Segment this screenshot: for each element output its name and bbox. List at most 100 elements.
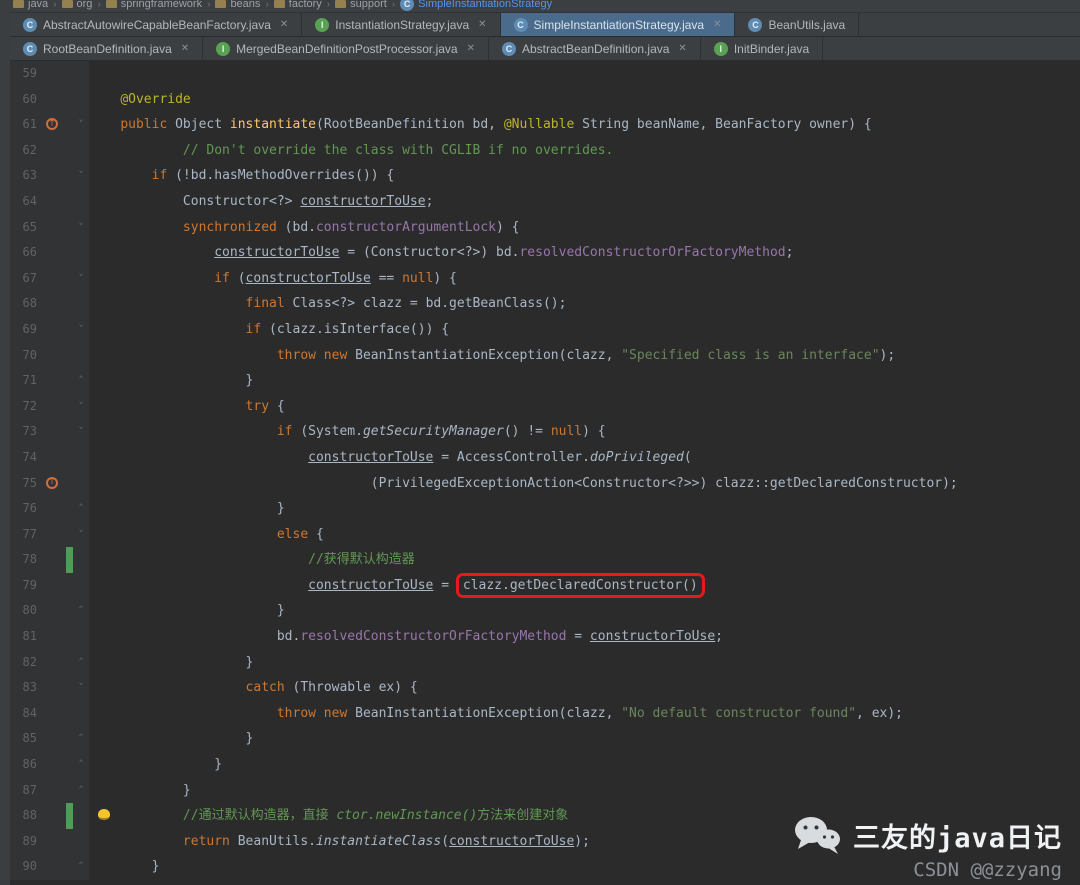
tab-close-icon[interactable]: ✕ [713, 19, 721, 30]
fold-close-icon[interactable]: ˄ [78, 860, 84, 873]
code-line[interactable]: 65 ˅ synchronized (bd.constructorArgument… [10, 214, 1080, 241]
fold-close-icon[interactable]: ˄ [78, 732, 84, 745]
code-line[interactable]: 68 final Class<?> clazz = bd.getBeanClas… [10, 291, 1080, 317]
code-line[interactable]: 69 ˅ if (clazz.isInterface()) { [10, 316, 1080, 343]
line-number[interactable]: 67 [10, 265, 40, 292]
override-method-icon[interactable]: ↑ [46, 118, 58, 131]
code-line[interactable]: 66 constructorToUse = (Constructor<?>) b… [10, 240, 1080, 266]
line-number[interactable]: 60 [10, 86, 40, 113]
fold-close-icon[interactable]: ˄ [78, 758, 84, 771]
breadcrumb-item-current[interactable]: C SimpleInstantiationStrategy [400, 0, 552, 11]
fold-open-icon[interactable]: ˅ [78, 169, 84, 182]
editor-tab[interactable]: I InstantiationStrategy.java ✕ [302, 13, 501, 36]
vcs-change-bar[interactable] [66, 547, 73, 573]
breadcrumb-item[interactable]: support [335, 0, 387, 10]
code-line[interactable]: 78 //获得默认构造器 [10, 547, 1080, 573]
line-number[interactable]: 69 [10, 316, 40, 343]
fold-close-icon[interactable]: ˄ [78, 656, 84, 669]
fold-open-icon[interactable]: ˅ [78, 400, 84, 413]
fold-close-icon[interactable]: ˄ [78, 784, 84, 797]
breadcrumb-item[interactable]: java [13, 0, 48, 10]
code-line[interactable]: 82 ˄ } [10, 649, 1080, 676]
code-line[interactable]: 63 ˅ if (!bd.hasMethodOverrides()) { [10, 163, 1080, 189]
code-line[interactable]: 60 @Override [10, 86, 1080, 113]
line-number[interactable]: 59 [10, 61, 40, 87]
line-number[interactable]: 80 [10, 598, 40, 625]
line-number[interactable]: 70 [10, 342, 40, 369]
code-line[interactable]: 75 ↑ (PrivilegedExceptionAction<Construct… [10, 470, 1080, 497]
line-number[interactable]: 68 [10, 291, 40, 317]
vcs-change-bar[interactable] [66, 803, 73, 829]
code-line[interactable]: 64 Constructor<?> constructorToUse; [10, 188, 1080, 215]
fold-close-icon[interactable]: ˄ [78, 502, 84, 515]
line-number[interactable]: 61 [10, 112, 40, 138]
tab-close-icon[interactable]: ✕ [678, 43, 686, 54]
line-number[interactable]: 77 [10, 521, 40, 548]
line-number[interactable]: 83 [10, 675, 40, 701]
line-number[interactable]: 78 [10, 547, 40, 573]
line-number[interactable]: 90 [10, 854, 40, 880]
editor-tab[interactable]: I InitBinder.java [701, 37, 824, 60]
fold-open-icon[interactable]: ˅ [78, 425, 84, 438]
line-number[interactable]: 84 [10, 700, 40, 727]
line-number[interactable]: 87 [10, 777, 40, 804]
line-number[interactable]: 88 [10, 803, 40, 829]
breadcrumb-item[interactable]: factory [273, 0, 322, 10]
fold-open-icon[interactable]: ˅ [78, 681, 84, 694]
fold-open-icon[interactable]: ˅ [78, 221, 84, 234]
line-number[interactable]: 73 [10, 419, 40, 445]
editor-tab[interactable]: C AbstractBeanDefinition.java ✕ [489, 37, 701, 60]
line-number[interactable]: 81 [10, 624, 40, 650]
editor-tab[interactable]: C AbstractAutowireCapableBeanFactory.java… [10, 13, 303, 36]
code-line[interactable]: 70 throw new BeanInstantiationException(… [10, 342, 1080, 369]
code-line[interactable]: 72 ˅ try { [10, 393, 1080, 420]
tab-close-icon[interactable]: ✕ [280, 19, 288, 30]
line-number[interactable]: 75 [10, 470, 40, 497]
fold-close-icon[interactable]: ˄ [78, 604, 84, 617]
breadcrumb-item[interactable]: beans [215, 0, 260, 10]
code-line[interactable]: 77 ˅ else { [10, 521, 1080, 548]
breadcrumb-item[interactable]: org [61, 0, 92, 10]
line-number[interactable]: 72 [10, 393, 40, 420]
line-number[interactable]: 86 [10, 752, 40, 778]
line-number[interactable]: 66 [10, 240, 40, 266]
line-number[interactable]: 89 [10, 828, 40, 855]
code-line[interactable]: 83 ˅ catch (Throwable ex) { [10, 675, 1080, 701]
code-line[interactable]: 86 ˄ } [10, 752, 1080, 778]
intention-bulb-icon[interactable] [98, 809, 110, 821]
code-line[interactable]: 74 constructorToUse = AccessController.d… [10, 444, 1080, 471]
code-line[interactable]: 76 ˄ } [10, 496, 1080, 522]
line-number[interactable]: 65 [10, 214, 40, 241]
override-method-icon[interactable]: ↑ [46, 476, 58, 489]
code-line[interactable]: 79 constructorToUse = clazz.getDeclaredC… [10, 572, 1080, 599]
line-number[interactable]: 74 [10, 444, 40, 471]
editor-tab[interactable]: I MergedBeanDefinitionPostProcessor.java ✕ [203, 37, 489, 60]
line-number[interactable]: 64 [10, 188, 40, 215]
line-number[interactable]: 76 [10, 496, 40, 522]
fold-open-icon[interactable]: ˅ [78, 323, 84, 336]
tab-close-icon[interactable]: ✕ [181, 43, 189, 54]
fold-open-icon[interactable]: ˅ [78, 528, 84, 541]
line-number[interactable]: 85 [10, 726, 40, 753]
code-line[interactable]: 84 throw new BeanInstantiationException(… [10, 700, 1080, 727]
fold-open-icon[interactable]: ˅ [78, 118, 84, 131]
code-line[interactable]: 73 ˅ if (System.getSecurityManager() != n… [10, 419, 1080, 445]
line-number[interactable]: 63 [10, 163, 40, 189]
code-line[interactable]: 81 bd.resolvedConstructorOrFactoryMethod… [10, 624, 1080, 650]
code-line[interactable]: 85 ˄ } [10, 726, 1080, 753]
editor-tab[interactable]: C BeanUtils.java [735, 13, 860, 36]
code-line[interactable]: 62 // Don't override the class with CGLI… [10, 137, 1080, 164]
breadcrumb-item[interactable]: springframework [105, 0, 202, 10]
code-line[interactable]: 80 ˄ } [10, 598, 1080, 625]
line-number[interactable]: 82 [10, 649, 40, 676]
code-line[interactable]: 67 ˅ if (constructorToUse == null) { [10, 265, 1080, 292]
code-line[interactable]: 61 ↑ ˅ public Object instantiate(RootBeanD… [10, 112, 1080, 138]
line-number[interactable]: 79 [10, 572, 40, 599]
tab-close-icon[interactable]: ✕ [467, 43, 475, 54]
fold-close-icon[interactable]: ˄ [78, 374, 84, 387]
line-number[interactable]: 71 [10, 368, 40, 394]
code-line[interactable]: 59 [10, 61, 1080, 87]
code-line[interactable]: 87 ˄ } [10, 777, 1080, 804]
tab-close-icon[interactable]: ✕ [478, 19, 486, 30]
editor-tab[interactable]: C SimpleInstantiationStrategy.java ✕ [500, 13, 736, 36]
